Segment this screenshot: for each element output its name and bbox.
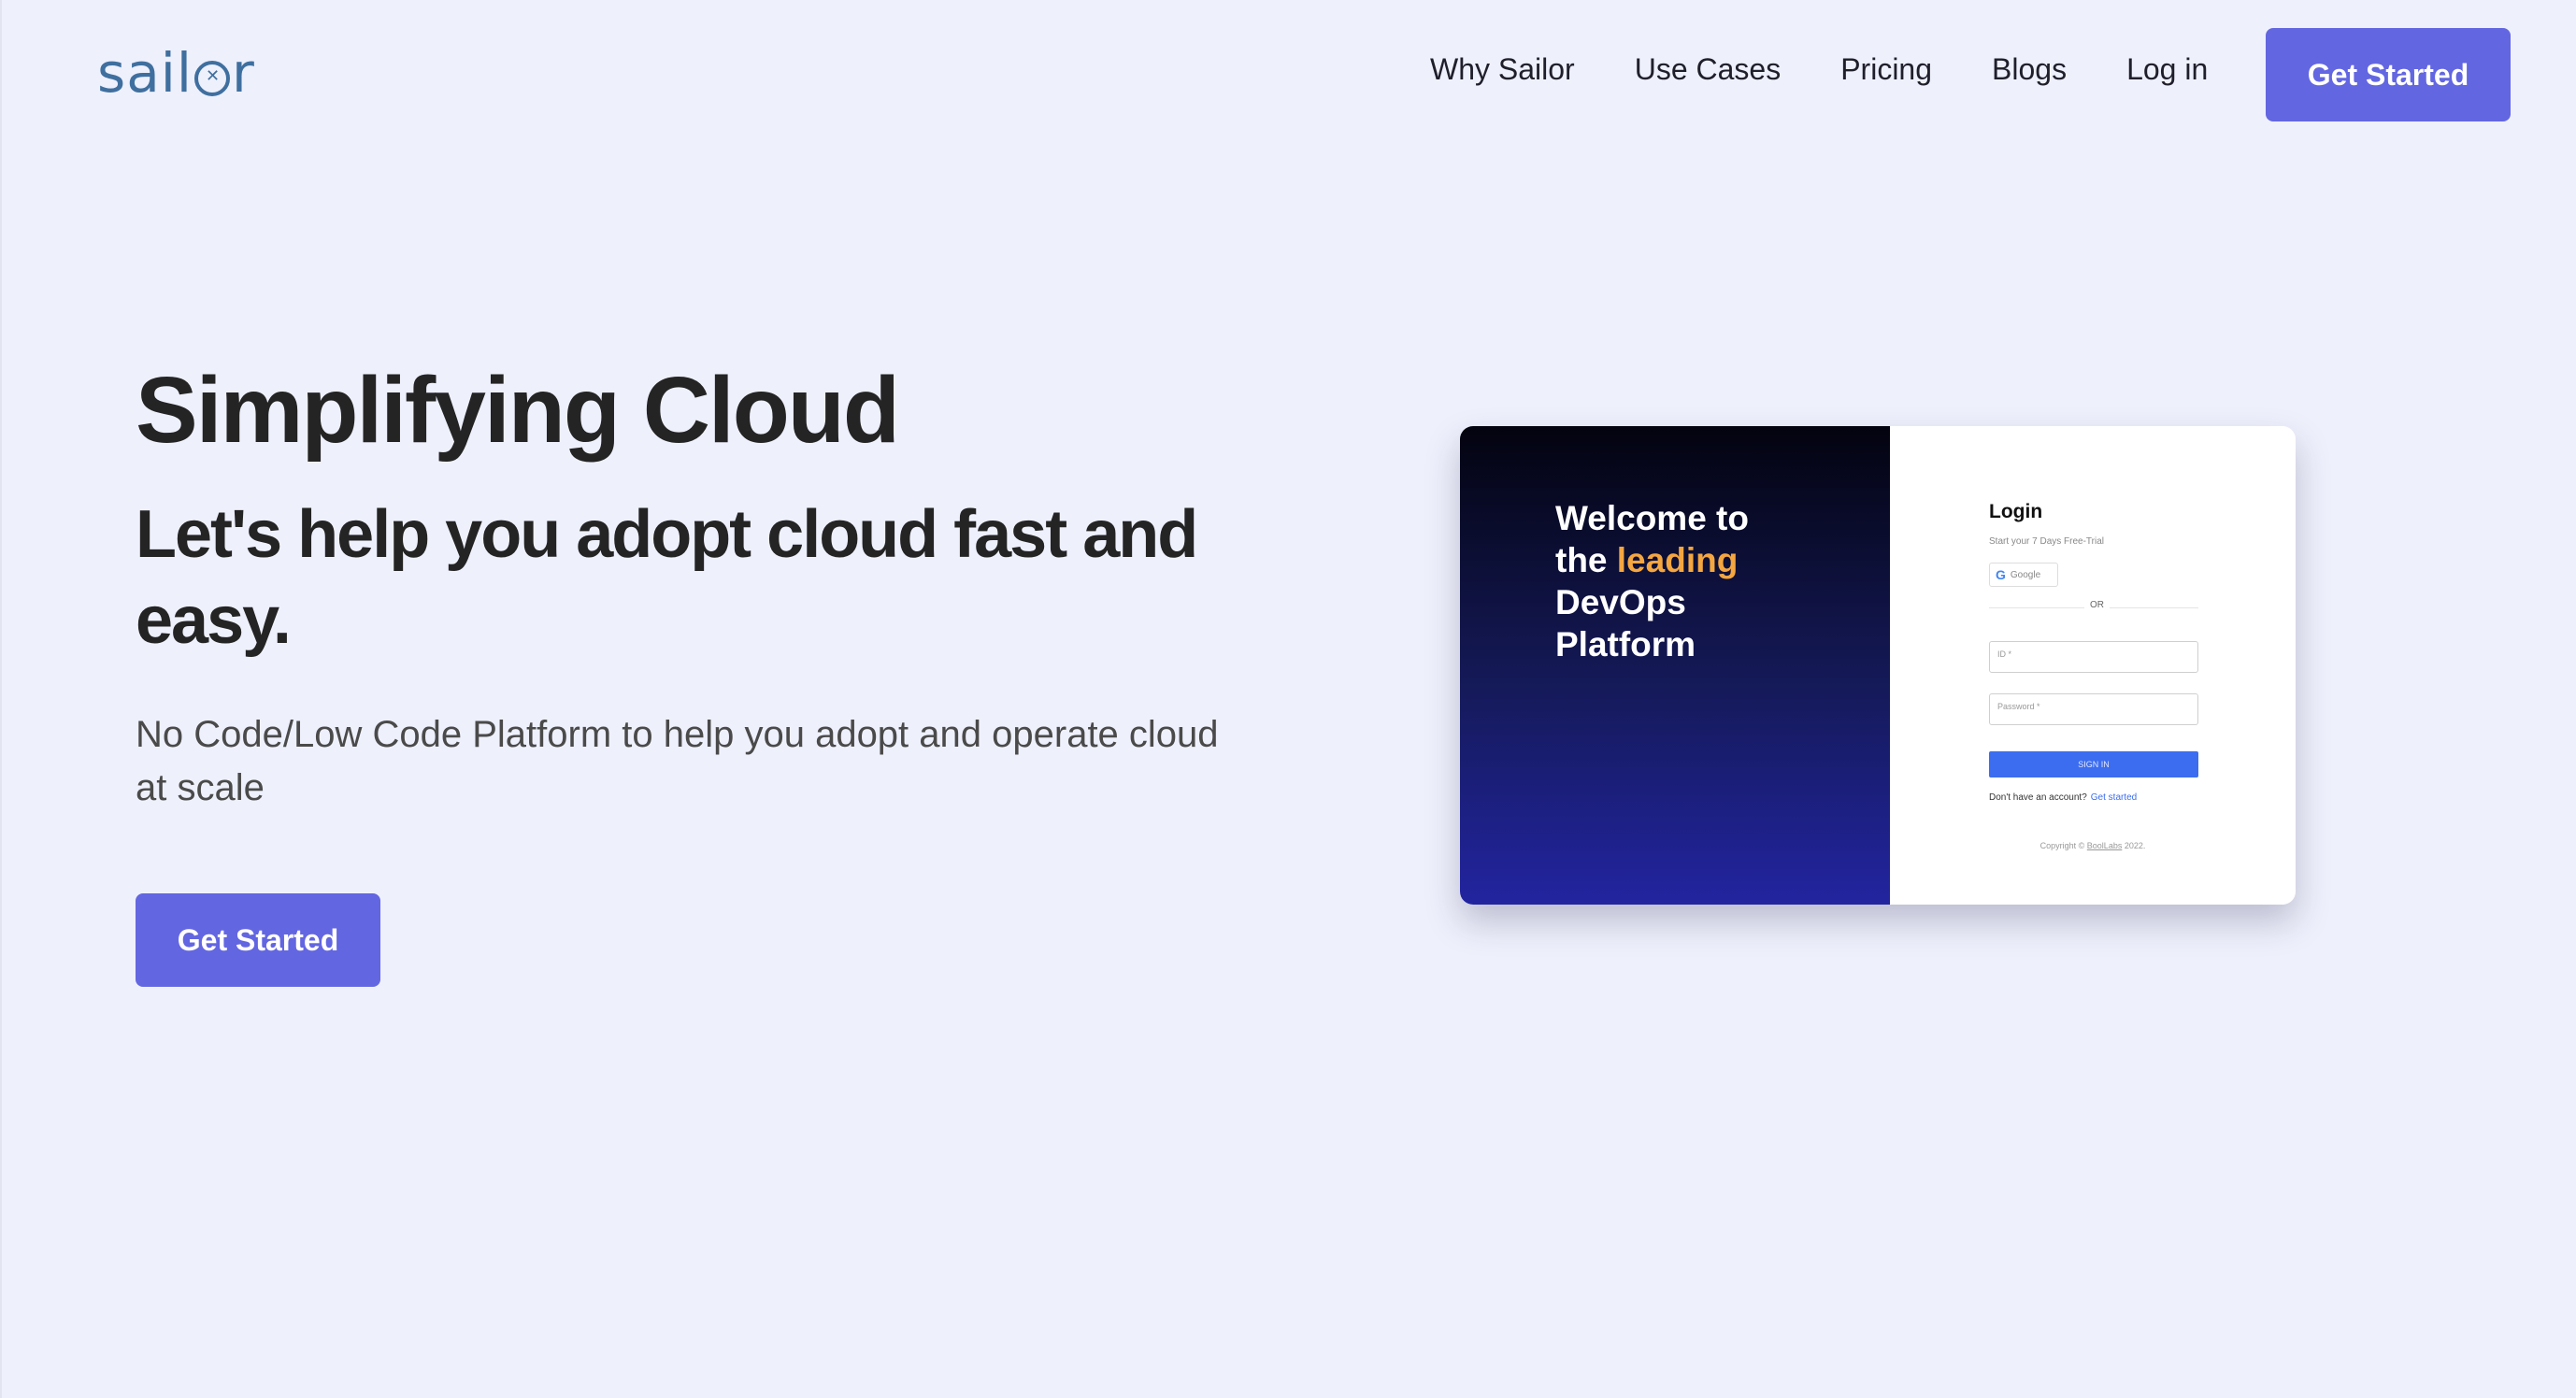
signin-button: SIGN IN xyxy=(1989,751,2198,777)
hero-description: No Code/Low Code Platform to help you ad… xyxy=(136,714,1219,808)
copyright-prefix: Copyright © xyxy=(2039,841,2085,850)
nav-why-sailor[interactable]: Why Sailor xyxy=(1430,52,1575,87)
header-get-started-button[interactable]: Get Started xyxy=(2266,28,2511,121)
page-edge xyxy=(0,0,2,1398)
welcome-text: Welcome to the leading DevOps Platform xyxy=(1555,497,1854,665)
compass-icon xyxy=(194,61,230,96)
nav-log-in[interactable]: Log in xyxy=(2126,52,2208,87)
copyright-company: BoolLabs xyxy=(2086,841,2123,850)
nav-pricing[interactable]: Pricing xyxy=(1840,52,1932,87)
no-account-label: Don't have an account? xyxy=(1989,792,2087,803)
hero-get-started-button[interactable]: Get Started xyxy=(136,893,380,987)
no-account-text: Don't have an account? Get started xyxy=(1989,792,2137,803)
welcome-line-3: DevOps xyxy=(1555,583,1686,621)
preview-welcome-panel: Welcome to the leading DevOps Platform xyxy=(1460,426,1890,905)
preview-login-panel: Login Start your 7 Days Free-Trial G Goo… xyxy=(1890,426,2296,905)
copyright-year: 2022. xyxy=(2124,841,2146,850)
welcome-accent: leading xyxy=(1616,541,1739,579)
id-field: ID * xyxy=(1989,641,2198,673)
welcome-line-4: Platform xyxy=(1555,625,1696,663)
google-signin-button: G Google xyxy=(1989,563,2058,587)
sailor-logo[interactable]: sailr xyxy=(97,41,255,105)
main-nav: Why Sailor Use Cases Pricing Blogs Log i… xyxy=(1430,52,2208,87)
site-header: sailr Why Sailor Use Cases Pricing Blogs… xyxy=(0,0,2576,150)
nav-blogs[interactable]: Blogs xyxy=(1992,52,2067,87)
hero-title: Simplifying Cloud xyxy=(136,358,900,463)
product-preview-image: Welcome to the leading DevOps Platform L… xyxy=(1460,426,2296,905)
login-title: Login xyxy=(1989,501,2043,522)
welcome-line-2: the leading xyxy=(1555,539,1854,581)
logo-text-start: sail xyxy=(97,41,193,105)
login-subtitle: Start your 7 Days Free-Trial xyxy=(1989,536,2104,547)
get-started-link: Get started xyxy=(2090,792,2138,803)
welcome-line-1: Welcome to xyxy=(1555,499,1749,537)
hero-subtitle: Let's help you adopt cloud fast and easy… xyxy=(136,497,1198,658)
password-field: Password * xyxy=(1989,693,2198,725)
logo-text-end: r xyxy=(232,41,255,105)
or-label: OR xyxy=(2084,600,2110,610)
nav-use-cases[interactable]: Use Cases xyxy=(1635,52,1782,87)
welcome-the: the xyxy=(1555,541,1608,579)
google-icon: G xyxy=(1996,567,2006,582)
copyright-text: Copyright © BoolLabs 2022. xyxy=(1890,841,2296,850)
google-label: Google xyxy=(2010,569,2041,580)
